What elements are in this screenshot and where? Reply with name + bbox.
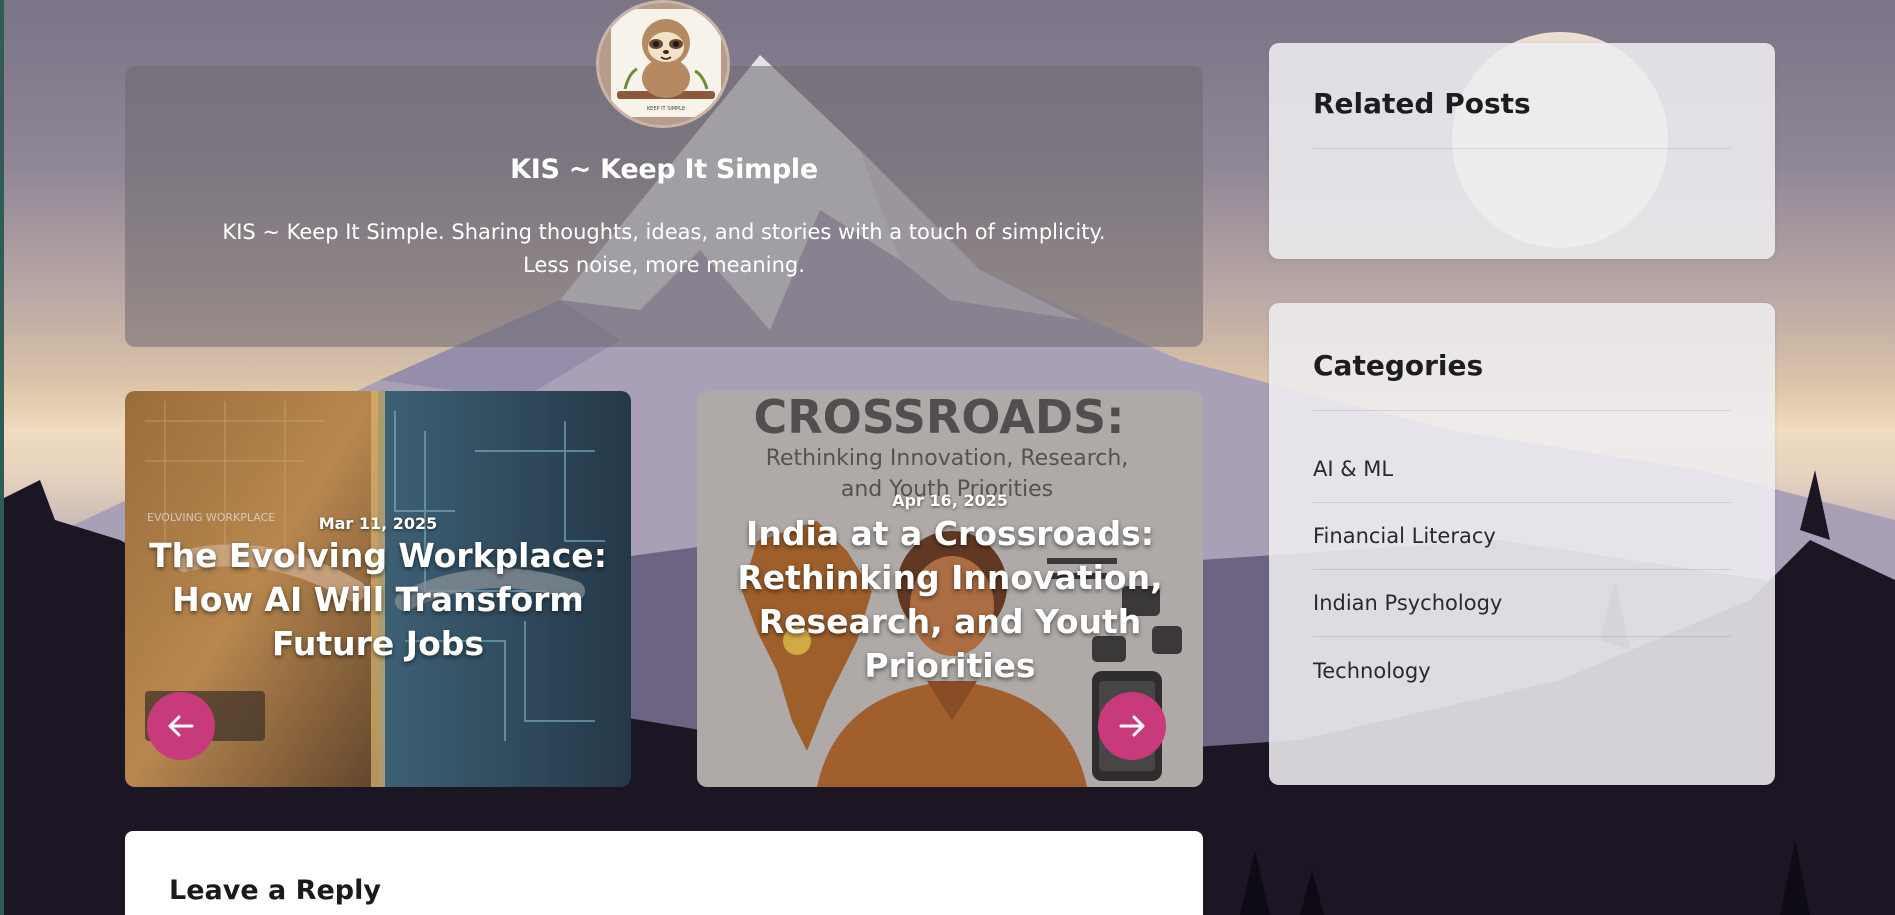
arrow-left-icon <box>168 715 194 737</box>
next-post-button[interactable] <box>1098 692 1166 760</box>
next-post-date: Apr 16, 2025 <box>892 491 1008 510</box>
category-link-technology[interactable]: Technology <box>1313 637 1731 704</box>
left-edge-strip <box>0 0 4 915</box>
leave-reply-section: Leave a Reply <box>125 831 1203 915</box>
categories-list: AI & ML Financial Literacy Indian Psycho… <box>1313 436 1731 704</box>
author-description: KIS ~ Keep It Simple. Sharing thoughts, … <box>222 220 1106 277</box>
leave-reply-title: Leave a Reply <box>169 875 381 906</box>
category-link-financial-literacy[interactable]: Financial Literacy <box>1313 503 1731 570</box>
related-posts-title: Related Posts <box>1313 87 1731 149</box>
sloth-avatar-icon: KEEP IT SIMPLE <box>611 9 721 117</box>
arrow-right-icon <box>1119 715 1145 737</box>
next-post-title: India at a Crossroads: Rethinking Innova… <box>737 514 1163 685</box>
author-avatar: KEEP IT SIMPLE <box>596 0 730 128</box>
category-link-indian-psychology[interactable]: Indian Psychology <box>1313 570 1731 637</box>
related-posts-widget: Related Posts <box>1269 43 1775 259</box>
avatar-caption: KEEP IT SIMPLE <box>647 106 685 112</box>
previous-post-date: Mar 11, 2025 <box>318 514 438 533</box>
next-post-card[interactable]: CROSSROADS: Rethinking Innovation, Resea… <box>697 391 1203 787</box>
previous-post-button[interactable] <box>147 692 215 760</box>
author-name: KIS ~ Keep It Simple <box>510 154 818 185</box>
previous-post-card[interactable]: EVOLVING WORKPLACE Mar 11, 2025 The Evol… <box>125 391 631 787</box>
categories-title: Categories <box>1313 349 1731 411</box>
categories-widget: Categories AI & ML Financial Literacy In… <box>1269 303 1775 785</box>
previous-post-title: The Evolving Workplace: How AI Will Tran… <box>149 536 607 663</box>
category-link-ai-ml[interactable]: AI & ML <box>1313 436 1731 503</box>
